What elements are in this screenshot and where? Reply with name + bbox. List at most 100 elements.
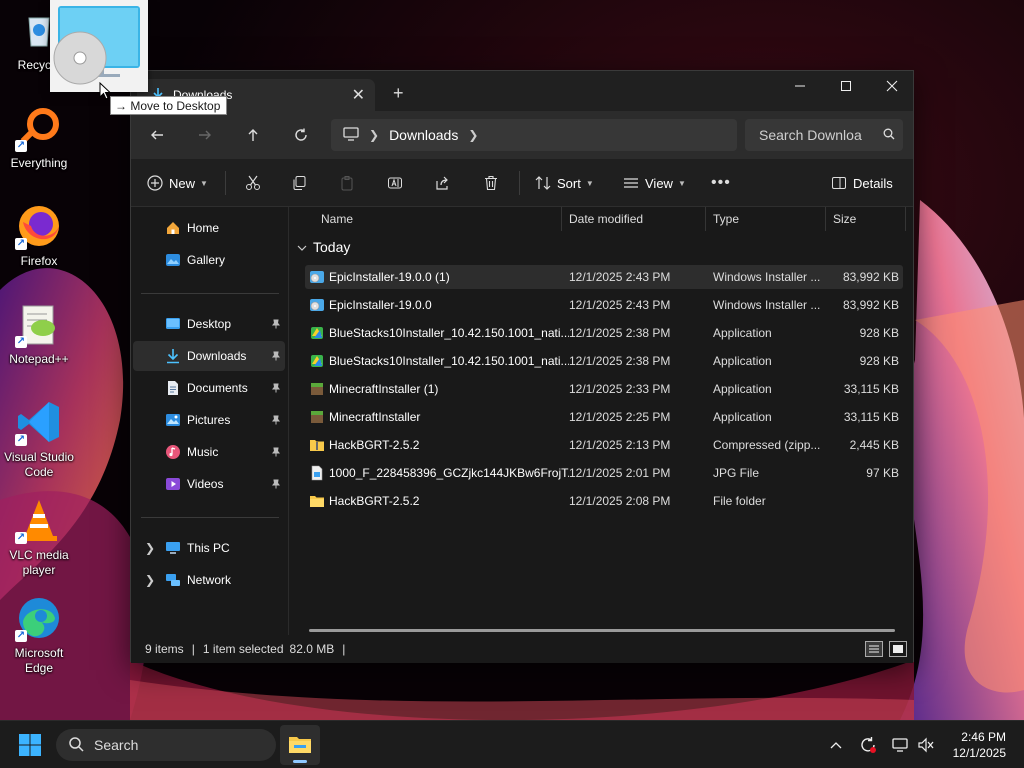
network-status-icon[interactable] [890,735,910,755]
vscode-icon: ↗ [15,398,63,446]
shortcut-arrow-icon: ↗ [15,532,27,544]
file-date: 12/1/2025 2:01 PM [569,466,671,480]
table-row[interactable]: MinecraftInstaller (1) 12/1/2025 2:33 PM A… [305,377,903,401]
column-divider[interactable] [825,207,826,231]
search-input[interactable] [759,127,863,143]
file-size: 928 KB [859,326,899,340]
column-divider[interactable] [705,207,706,231]
desktop-icon-vlc[interactable]: ↗ VLC media player [2,496,76,578]
more-options-button[interactable]: ••• [711,171,731,195]
desktop-icon-everything[interactable]: ↗ Everything [2,104,76,171]
column-divider[interactable] [905,207,906,231]
nav-item-documents[interactable]: Documents [133,373,285,403]
nav-item-gallery[interactable]: Gallery [133,245,285,275]
details-pane-button[interactable]: Details [831,171,893,195]
column-header-size[interactable]: Size [833,207,856,231]
maximize-button[interactable] [823,71,869,101]
desktop-icon-edge[interactable]: ↗ Microsoft Edge [2,594,76,676]
taskbar-clock[interactable]: 2:46 PM 12/1/2025 [953,729,1006,761]
table-row[interactable]: MinecraftInstaller 12/1/2025 2:25 PM Appli… [305,405,903,429]
paste-button[interactable] [339,171,355,195]
tiles-view-button[interactable] [889,641,907,657]
table-row[interactable]: EpicInstaller-19.0.0 (1) 12/1/2025 2:43 P… [305,265,903,289]
new-tab-button[interactable]: + [393,83,404,104]
nav-item-network[interactable]: ❯ Network [133,565,285,595]
up-button[interactable] [239,123,267,147]
bluestacks-icon [309,325,325,341]
table-row[interactable]: 1000_F_228458396_GCZjkc144JKBw6FrojT... 1… [305,461,903,485]
refresh-button[interactable] [287,123,315,147]
toolbar-divider [519,171,520,195]
forward-button[interactable] [191,123,219,147]
table-row[interactable]: BlueStacks10Installer_10.42.150.1001_nat… [305,349,903,373]
pin-icon[interactable] [271,382,281,396]
share-button[interactable] [435,171,451,195]
file-size: 33,115 KB [843,382,899,396]
volume-muted-icon[interactable] [916,735,936,755]
file-name: MinecraftInstaller [329,410,421,424]
group-header-today[interactable]: Today [297,239,350,255]
search-box[interactable] [745,119,903,151]
close-tab-icon[interactable]: ✕ [352,85,365,105]
pin-icon[interactable] [271,446,281,460]
column-header-type[interactable]: Type [713,207,739,231]
rename-button[interactable] [387,171,403,195]
close-window-button[interactable] [869,71,915,101]
nav-item-music[interactable]: Music [133,437,285,467]
desktop-icon-notepad-plus-plus[interactable]: ↗ Notepad++ [2,300,76,367]
back-button[interactable] [143,123,171,147]
file-name: EpicInstaller-19.0.0 (1) [329,270,450,284]
pin-icon[interactable] [271,318,281,332]
column-header-name[interactable]: Name [321,207,353,231]
pin-icon[interactable] [271,478,281,492]
table-row[interactable]: HackBGRT-2.5.2 12/1/2025 2:08 PM File fold… [305,489,903,513]
taskbar-search[interactable]: Search [56,729,276,761]
nav-item-pictures[interactable]: Pictures [133,405,285,435]
nav-item-desktop[interactable]: Desktop [133,309,285,339]
chevron-right-icon[interactable]: ❯ [145,573,155,587]
start-button[interactable] [18,733,42,757]
cut-button[interactable] [245,171,261,195]
file-date: 12/1/2025 2:38 PM [569,326,671,340]
windows-logo-icon [19,734,41,756]
show-hidden-icons-button[interactable] [826,735,846,755]
pin-icon[interactable] [271,414,281,428]
sync-status-icon[interactable] [858,735,878,755]
view-button[interactable]: View ▼ [623,171,686,195]
breadcrumb-downloads[interactable]: Downloads [389,127,458,143]
table-row[interactable]: EpicInstaller-19.0.0 12/1/2025 2:43 PM Win… [305,293,903,317]
desktop-icon-firefox[interactable]: ↗ Firefox [2,202,76,269]
pin-icon[interactable] [271,350,281,364]
column-header-date[interactable]: Date modified [569,207,643,231]
nav-item-videos[interactable]: Videos [133,469,285,499]
nav-item-home[interactable]: Home [133,213,285,243]
new-button[interactable]: New ▼ [147,171,208,195]
breadcrumb-chevron-icon[interactable]: ❯ [369,128,379,142]
table-row[interactable]: BlueStacks10Installer_10.42.150.1001_nat… [305,321,903,345]
arrow-up-icon [248,129,258,141]
chevron-right-icon[interactable]: ❯ [145,541,155,555]
copy-button[interactable] [291,171,307,195]
file-name: EpicInstaller-19.0.0 [329,298,432,312]
delete-button[interactable] [483,171,499,195]
breadcrumb-chevron-icon[interactable]: ❯ [468,128,478,142]
status-separator: | [342,642,346,656]
title-bar[interactable]: Downloads ✕ + [131,71,913,111]
taskbar-file-explorer[interactable] [280,725,320,765]
minimize-button[interactable] [777,71,823,101]
minecraft-icon [309,409,325,425]
sort-button[interactable]: Sort ▼ [535,171,594,195]
column-divider[interactable] [561,207,562,231]
details-view-button[interactable] [865,641,883,657]
firefox-icon: ↗ [15,202,63,250]
file-explorer-window[interactable]: Downloads ✕ + ❯ Downloads ❯ Search Downl… [130,70,914,663]
nav-item-this-pc[interactable]: ❯ This PC [133,533,285,563]
file-list[interactable]: Name Date modified Type Size Today EpicI… [289,207,913,635]
address-field[interactable]: ❯ Downloads ❯ [331,119,737,151]
view-button-label: View [645,175,673,191]
file-date: 12/1/2025 2:38 PM [569,354,671,368]
horizontal-scrollbar[interactable] [309,629,895,632]
desktop-icon-vscode[interactable]: ↗ Visual Studio Code [2,398,76,480]
nav-item-downloads[interactable]: Downloads [133,341,285,371]
table-row[interactable]: HackBGRT-2.5.2 12/1/2025 2:13 PM Compresse… [305,433,903,457]
